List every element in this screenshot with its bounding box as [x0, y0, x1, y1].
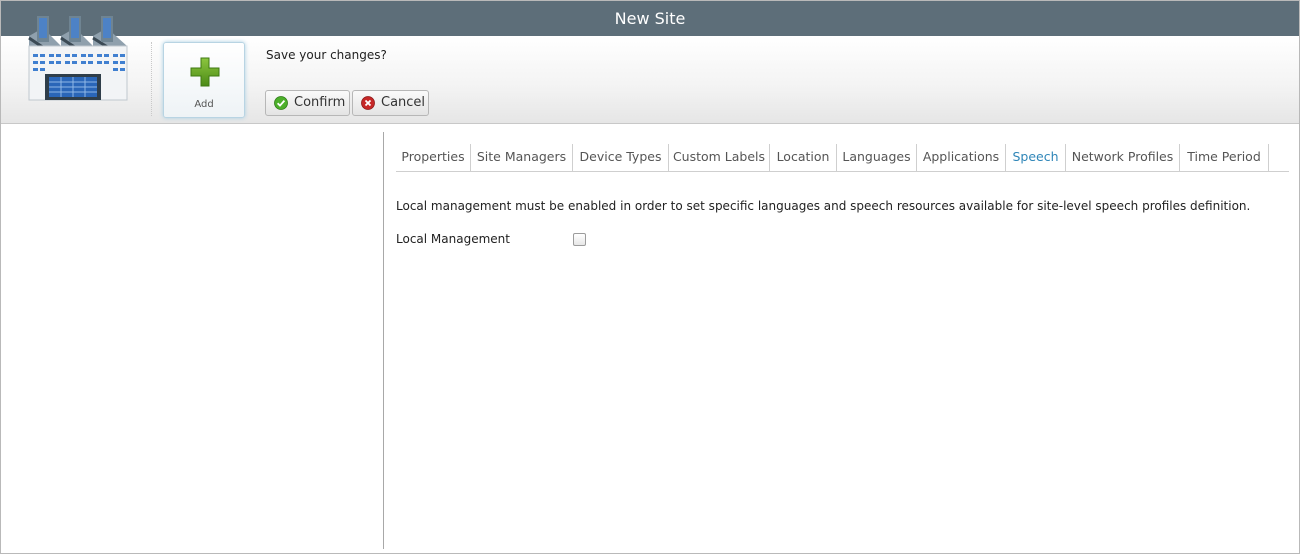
tab-properties[interactable]: Properties: [396, 144, 471, 172]
tab-device-types[interactable]: Device Types: [573, 144, 669, 172]
site-tree-pane: [1, 125, 383, 553]
tab-site-managers[interactable]: Site Managers: [471, 144, 573, 172]
tab-location[interactable]: Location: [770, 144, 837, 172]
tab-bar: Properties Site Managers Device Types Cu…: [396, 144, 1289, 172]
dialog-title: New Site: [1, 1, 1299, 36]
confirm-button[interactable]: Confirm: [265, 90, 350, 116]
tab-speech[interactable]: Speech: [1006, 144, 1066, 172]
tab-custom-labels[interactable]: Custom Labels: [669, 144, 770, 172]
tab-time-period[interactable]: Time Period: [1180, 144, 1269, 172]
save-prompt: Save your changes?: [266, 48, 387, 62]
add-button-label: Add: [194, 99, 214, 110]
confirm-button-label: Confirm: [294, 95, 346, 110]
new-site-dialog: New Site Add Save your changes? Confirm …: [0, 0, 1300, 554]
tab-network-profiles[interactable]: Network Profiles: [1066, 144, 1180, 172]
toolbar-divider: [151, 42, 152, 116]
speech-info-text: Local management must be enabled in orde…: [396, 199, 1251, 213]
tab-languages[interactable]: Languages: [837, 144, 917, 172]
toolbar: Add Save your changes? Confirm Cancel: [1, 16, 1299, 124]
local-management-checkbox[interactable]: [573, 233, 586, 246]
plus-icon: [190, 57, 220, 87]
check-circle-icon: [274, 96, 288, 110]
cancel-circle-icon: [361, 96, 375, 110]
add-button[interactable]: Add: [163, 42, 245, 118]
pane-splitter[interactable]: [383, 132, 384, 549]
factory-icon: [28, 16, 128, 101]
tab-applications[interactable]: Applications: [917, 144, 1006, 172]
local-management-label: Local Management: [396, 232, 510, 246]
cancel-button-label: Cancel: [381, 95, 426, 110]
cancel-button[interactable]: Cancel: [352, 90, 429, 116]
